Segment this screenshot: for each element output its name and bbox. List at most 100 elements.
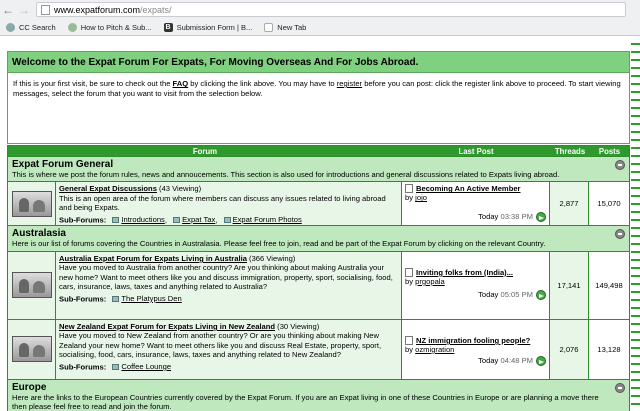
last-post-cell: Becoming An Active Member by jojo Today … (402, 182, 550, 226)
last-post-time: Today 05:05 PM (478, 290, 533, 299)
last-post-title: Becoming An Active Member (416, 184, 521, 194)
welcome-title: Welcome to the Expat Forum For Expats, F… (8, 52, 629, 73)
forum-title-link[interactable]: General Expat Discussions (59, 184, 157, 193)
forum-description: Have you moved to Australia from another… (59, 263, 393, 292)
bookmarks-bar: CC Search How to Pitch & Sub... B Submiss… (0, 19, 640, 36)
subforum-link[interactable]: Expat Tax (173, 215, 215, 224)
category-description: Here is our list of forums covering the … (12, 239, 546, 249)
subforums: Sub-Forums: The Platypus Den (59, 294, 398, 304)
category-description: This is where we post the forum rules, n… (12, 170, 560, 179)
browser-toolbar: ← → www.expatforum.com/expats/ (0, 0, 640, 19)
folder-icon (112, 216, 120, 223)
last-post-date: Today (478, 289, 499, 299)
category-title[interactable]: Australasia (12, 228, 625, 239)
subforum-link[interactable]: Coffee Lounge (112, 362, 171, 371)
folder-icon (223, 216, 231, 223)
last-post-time: Today 04:48 PM (478, 356, 533, 365)
forum-thumbnail-image (11, 336, 52, 363)
bookmark-new-tab[interactable]: New Tab (264, 22, 307, 32)
author-link[interactable]: prgopala (415, 277, 445, 286)
by-label: by (405, 276, 414, 286)
subforum-label: The Platypus Den (121, 293, 182, 303)
posts-count: 13,128 (589, 319, 629, 379)
forward-arrow-icon[interactable]: → (16, 2, 32, 18)
last-post-time: Today 03:38 PM (478, 212, 533, 221)
forum-thumbnail-image (11, 190, 52, 217)
table-header: Forum Last Post Threads Posts (8, 146, 629, 156)
forum-viewing-count: (366 Viewing) (249, 253, 296, 263)
last-post-link[interactable]: Inviting folks from (India)... (405, 267, 546, 277)
last-post-cell: Inviting folks from (India)... by prgopa… (402, 251, 550, 319)
back-arrow-icon[interactable]: ← (0, 2, 16, 18)
page-edge-strip (631, 37, 640, 411)
last-post-title: Inviting folks from (India)... (416, 267, 514, 277)
bookmark-label: CC Search (19, 22, 56, 32)
subforum-label: Introductions (121, 214, 165, 224)
go-to-last-post-icon[interactable] (536, 289, 546, 300)
category-title[interactable]: Expat Forum General (12, 159, 625, 170)
welcome-text-2: by clicking the link above. You may have… (188, 79, 337, 88)
last-post-link[interactable]: NZ immigration fooling people? (405, 335, 546, 345)
collapse-icon[interactable] (615, 160, 625, 170)
subforums: Sub-Forums: Coffee Lounge (59, 362, 398, 372)
by-label: by (405, 193, 414, 203)
last-post-clock: 03:38 PM (500, 212, 533, 222)
forum-table: Forum Last Post Threads Posts Expat Foru… (7, 145, 630, 411)
posts-count: 149,498 (589, 251, 629, 319)
go-to-last-post-icon[interactable] (536, 212, 546, 223)
url-host: www.expatforum.com (54, 4, 141, 15)
category-description: Here are the links to the European Count… (12, 392, 599, 411)
register-link[interactable]: register (337, 79, 362, 88)
subforum-link[interactable]: The Platypus Den (112, 293, 182, 303)
bookmark-label: How to Pitch & Sub... (80, 22, 152, 32)
threads-count: 17,141 (550, 251, 589, 319)
subforum-link[interactable]: Expat Forum Photos (223, 214, 302, 224)
author-link[interactable]: jojo (415, 193, 427, 202)
last-post-date: Today (478, 355, 499, 365)
category-title[interactable]: Europe (12, 382, 625, 393)
by-label: by (405, 344, 414, 354)
faq-link[interactable]: FAQ (173, 79, 189, 88)
author-link[interactable]: ozmigration (415, 345, 454, 354)
last-post-cell: NZ immigration fooling people? by ozmigr… (402, 319, 550, 379)
forum-description: This is an open area of the forum where … (59, 193, 386, 213)
header-threads: Threads (554, 146, 586, 156)
bookmark-cc-search[interactable]: CC Search (6, 22, 56, 32)
bookmark-label: New Tab (277, 22, 307, 32)
bookmark-submission-form[interactable]: B Submission Form | B... (163, 22, 252, 32)
folder-icon (112, 295, 120, 302)
header-forum: Forum (192, 146, 218, 156)
site-icon (67, 22, 77, 32)
forum-info: General Expat Discussions (43 Viewing) T… (56, 182, 402, 226)
forum-row: Australia Expat Forum for Expats Living … (8, 250, 629, 319)
threads-count: 2,877 (550, 182, 589, 226)
go-to-last-post-icon[interactable] (536, 355, 546, 366)
posts-count: 15,070 (589, 182, 629, 226)
b-logo-icon: B (163, 22, 173, 32)
last-post-clock: 04:48 PM (500, 355, 533, 365)
subforum-label: Expat Tax (182, 214, 216, 224)
welcome-text: If this is your first visit, be sure to … (8, 73, 629, 143)
forum-description: Have you moved to New Zealand from anoth… (59, 331, 382, 360)
last-post-author: by ozmigration (405, 345, 546, 354)
forum-title-link[interactable]: Australia Expat Forum for Expats Living … (59, 254, 247, 263)
cc-icon (6, 22, 15, 32)
last-post-link[interactable]: Becoming An Active Member (405, 184, 546, 194)
last-post-date: Today (478, 212, 499, 222)
subforum-label: Coffee Lounge (121, 361, 172, 371)
page-viewport: Welcome to the Expat Forum For Expats, F… (0, 37, 640, 411)
forum-thumbnail-cell (8, 251, 56, 319)
bookmark-how-to-pitch[interactable]: How to Pitch & Sub... (67, 22, 152, 32)
subforums-label: Sub-Forums: (59, 294, 107, 304)
subforums-label: Sub-Forums: (59, 362, 107, 372)
address-bar[interactable]: www.expatforum.com/expats/ (36, 2, 626, 17)
welcome-text-1: If this is your first visit, be sure to … (13, 79, 173, 88)
subforum-link[interactable]: Introductions (112, 214, 165, 224)
forum-viewing-count: (43 Viewing) (159, 184, 202, 194)
forum-title-link[interactable]: New Zealand Expat Forum for Expats Livin… (59, 322, 275, 331)
last-post-author: by prgopala (405, 277, 546, 286)
threads-count: 2,076 (550, 319, 589, 379)
subforum-label: Expat Forum Photos (232, 214, 302, 224)
folder-icon (112, 363, 120, 370)
collapse-icon[interactable] (615, 382, 625, 393)
